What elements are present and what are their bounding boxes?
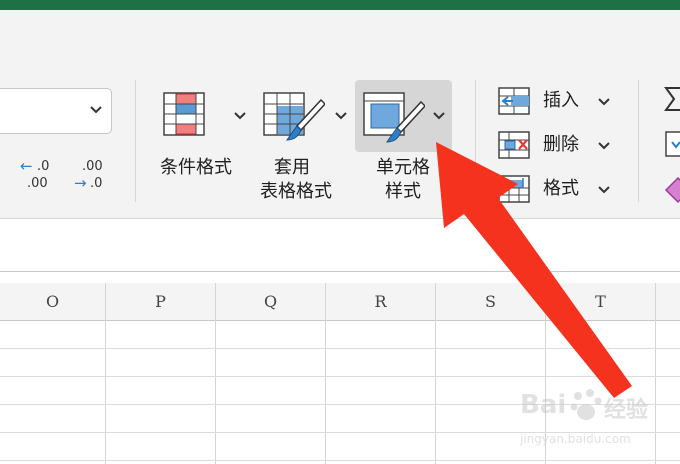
watermark-brand: Bai [520,390,567,420]
conditional-formatting-label: 条件格式 [160,157,232,178]
column-header-t[interactable]: T [546,283,655,320]
grid-line [215,283,216,464]
ribbon-separator [135,80,136,202]
column-header-row: O P Q R S T [0,283,680,321]
chevron-down-icon [234,112,246,120]
conditional-formatting-button[interactable]: 条件格式 [156,84,252,204]
cell-styles-icon [363,92,425,143]
format-cells-icon [498,175,530,203]
insert-cells-icon [498,87,530,115]
format-as-table-label-line2: 表格格式 [260,181,332,202]
delete-cells-button[interactable]: 删除 [497,130,622,166]
chevron-down-icon [598,142,610,150]
watermark-url: jingyan.baidu.com [520,432,631,446]
column-header-q[interactable]: Q [216,283,325,320]
cell-styles-label-line2: 样式 [385,181,421,202]
arrow-left-icon: ← [20,157,33,175]
grid-line [0,376,680,377]
grid-line [0,460,680,461]
title-bar [0,0,680,10]
watermark-brand-suffix: 经验 [604,398,649,423]
ribbon-separator [475,80,476,202]
grid-line [0,348,680,349]
watermark: Bai 经验 jingyan.baidu.com [520,388,670,460]
insert-cells-button[interactable]: 插入 [497,86,622,122]
format-as-table-icon [263,92,325,141]
formula-bar[interactable] [0,219,680,272]
delete-cells-label: 删除 [543,134,579,155]
format-cells-button[interactable]: 格式 [497,174,622,210]
decimal-top-label: .0 [37,159,50,174]
decimal-top-label: .00 [82,159,103,174]
chevron-down-icon [335,112,347,120]
delete-cells-icon [498,131,530,159]
column-header-s[interactable]: S [436,283,545,320]
autosum-icon[interactable] [664,86,680,112]
chevron-down-icon [433,112,445,120]
format-cells-label: 格式 [543,178,579,199]
chevron-down-icon [598,186,610,194]
decrease-decimal-button[interactable]: .00 → .0 [74,158,114,194]
grid-line [105,283,106,464]
arrow-right-icon: → [74,174,87,192]
conditional-formatting-icon [163,92,205,136]
cell-styles-label-line1: 单元格 [376,157,430,178]
chevron-down-icon [598,98,610,106]
decimal-bottom-label: .00 [27,176,48,191]
number-format-dropdown[interactable] [0,88,112,134]
format-as-table-button[interactable]: 套用 表格格式 [256,84,352,204]
clear-icon[interactable] [664,176,680,204]
grid-line [435,283,436,464]
ribbon-separator [638,80,639,202]
format-as-table-label-line1: 套用 [274,157,310,178]
paw-logo-icon [570,389,602,420]
chevron-down-icon [90,106,102,114]
fill-icon[interactable] [664,130,680,158]
column-header-r[interactable]: R [326,283,435,320]
decimal-bottom-label: .0 [90,176,103,191]
insert-cells-label: 插入 [543,90,579,111]
grid-line [325,283,326,464]
column-header-o[interactable]: O [0,283,105,320]
increase-decimal-button[interactable]: ← .0 .00 [20,158,60,194]
cell-styles-button[interactable] [355,80,452,152]
column-header-p[interactable]: P [106,283,215,320]
